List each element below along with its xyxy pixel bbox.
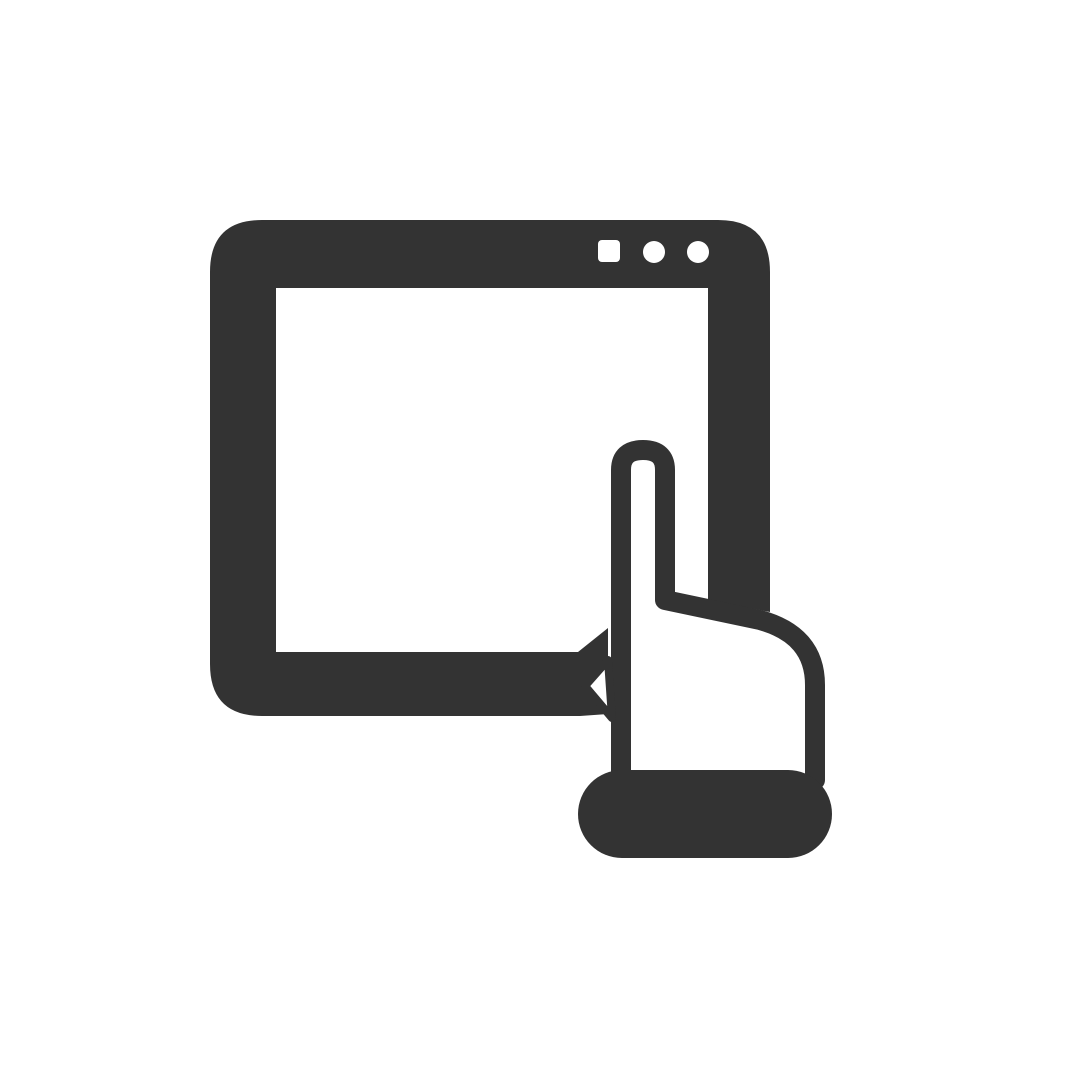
browser-window xyxy=(210,220,770,716)
window-control-dot-3 xyxy=(687,241,709,263)
pointing-hand xyxy=(578,440,832,858)
hand-wrist-band xyxy=(578,770,832,858)
browser-window-frame xyxy=(210,220,770,716)
touch-screen-icon xyxy=(210,220,832,858)
window-control-dot-1 xyxy=(598,240,620,262)
window-control-dot-2 xyxy=(643,241,665,263)
icon-canvas xyxy=(0,0,1080,1080)
